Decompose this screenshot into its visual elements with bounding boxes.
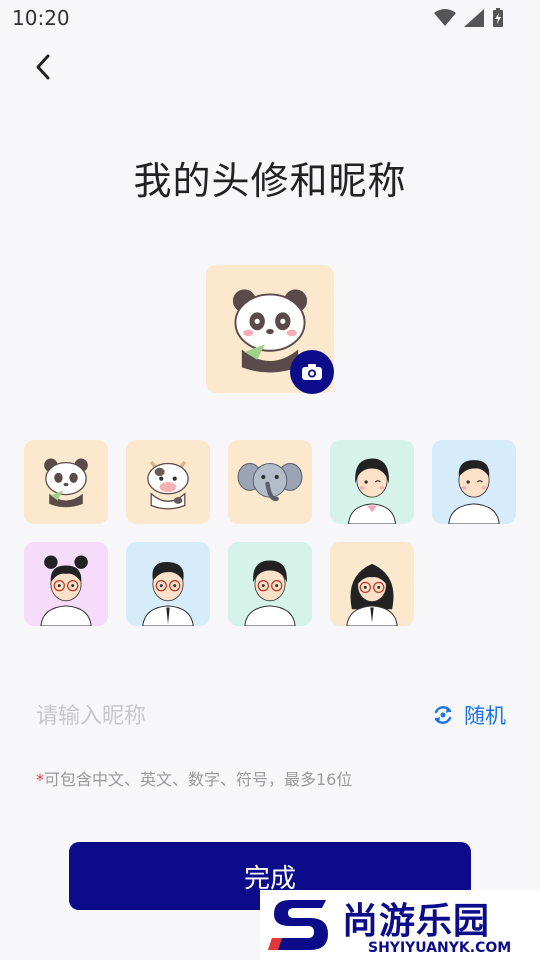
girl-glasses-avatar-image: [346, 563, 398, 626]
required-star: *: [36, 770, 44, 789]
change-avatar-camera-button[interactable]: [290, 350, 334, 394]
elephant-avatar-image: [237, 463, 303, 502]
page-title: 我的头修和昵称: [133, 159, 407, 203]
s-logo-icon: [268, 900, 328, 950]
panda-avatar-image: [44, 458, 88, 508]
camera-icon: [302, 364, 322, 380]
nickname-input[interactable]: [36, 694, 396, 738]
avatar-option-elephant[interactable]: [228, 440, 312, 524]
back-button[interactable]: [26, 50, 60, 84]
status-bar: 10:20: [0, 0, 540, 36]
girl-glasses-avatar-image: [40, 555, 92, 626]
watermark-url: SHYIYUANYK.COM: [368, 940, 512, 956]
avatar-option-girl-bangs[interactable]: [330, 440, 414, 524]
wifi-icon: [434, 9, 456, 26]
boy-avatar-image: [448, 460, 500, 524]
cow-avatar-image: [147, 460, 189, 510]
watermark-text: 尚游乐园: [342, 901, 491, 942]
avatar-option-girl-buns-glasses[interactable]: [24, 542, 108, 626]
nickname-row: 随机: [36, 694, 506, 738]
battery-icon: [493, 8, 503, 27]
hint-text: 可包含中文、英文、数字、符号，最多16位: [44, 770, 353, 789]
status-icons: [434, 8, 504, 28]
boy-glasses-avatar-image: [244, 560, 296, 626]
signal-icon: [464, 9, 484, 27]
avatar-option-boy-wink[interactable]: [432, 440, 516, 524]
status-time: 10:20: [12, 6, 70, 30]
avatar-option-panda[interactable]: [24, 440, 108, 524]
boy-glasses-avatar-image: [142, 562, 194, 626]
avatar-option-girl-long-hair-glasses[interactable]: [330, 542, 414, 626]
chevron-left-icon: [36, 54, 50, 80]
avatar-option-boy-glasses-green[interactable]: [228, 542, 312, 626]
nickname-hint: *可包含中文、英文、数字、符号，最多16位: [36, 766, 352, 790]
random-nickname-button[interactable]: 随机: [432, 700, 506, 730]
watermark-logo: 尚游乐园 SHYIYUANYK.COM: [260, 890, 540, 960]
refresh-icon: [434, 706, 452, 724]
avatar-option-cow[interactable]: [126, 440, 210, 524]
girl-avatar-image: [347, 458, 397, 524]
random-label: 随机: [464, 704, 506, 728]
avatar-option-boy-glasses-blue[interactable]: [126, 542, 210, 626]
